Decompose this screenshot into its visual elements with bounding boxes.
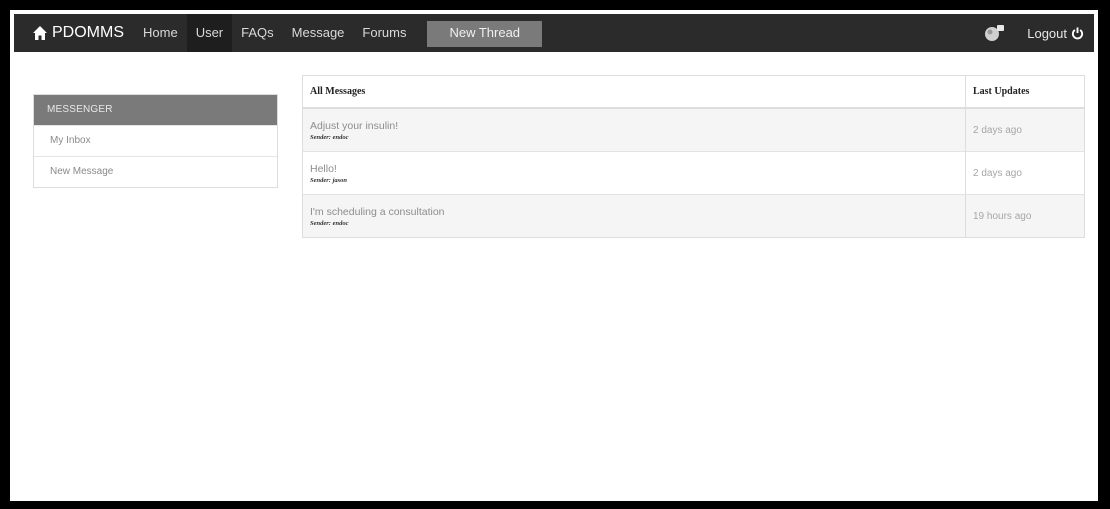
nav-user[interactable]: User bbox=[186, 14, 233, 52]
table-header-row: All Messages Last Updates bbox=[302, 75, 1085, 109]
logout-button[interactable]: Logout bbox=[1027, 26, 1084, 41]
top-navbar: PDOMMS Home User FAQs Message Forums New… bbox=[14, 14, 1094, 52]
message-sender: Sender: endoc bbox=[310, 133, 349, 141]
sidebar-item-new-message[interactable]: New Message bbox=[34, 156, 277, 187]
messenger-sidebar: MESSENGER My Inbox New Message bbox=[33, 94, 278, 188]
message-cell[interactable]: Hello! Sender: jason bbox=[302, 151, 966, 195]
message-subject[interactable]: Hello! bbox=[310, 163, 958, 175]
brand-name: PDOMMS bbox=[52, 24, 124, 41]
message-updated: 2 days ago bbox=[965, 107, 1085, 152]
messages-table: All Messages Last Updates Adjust your in… bbox=[302, 75, 1085, 238]
message-cell[interactable]: Adjust your insulin! Sender: endoc bbox=[302, 107, 966, 152]
power-icon bbox=[1071, 26, 1084, 39]
message-subject[interactable]: I'm scheduling a consultation bbox=[310, 206, 958, 218]
new-thread-button[interactable]: New Thread bbox=[427, 21, 543, 47]
nav-home[interactable]: Home bbox=[134, 14, 187, 52]
message-subject[interactable]: Adjust your insulin! bbox=[310, 120, 958, 132]
nav-forums[interactable]: Forums bbox=[353, 14, 415, 52]
nav-faqs[interactable]: FAQs bbox=[232, 14, 283, 52]
table-row[interactable]: Hello! Sender: jason 2 days ago bbox=[302, 151, 1085, 195]
table-row[interactable]: I'm scheduling a consultation Sender: en… bbox=[302, 194, 1085, 238]
message-updated: 19 hours ago bbox=[965, 194, 1085, 238]
column-header-all-messages: All Messages bbox=[302, 75, 966, 109]
notification-icon[interactable] bbox=[983, 24, 1005, 42]
sidebar-item-my-inbox[interactable]: My Inbox bbox=[34, 125, 277, 156]
sidebar-header: MESSENGER bbox=[34, 95, 277, 125]
message-sender: Sender: jason bbox=[310, 176, 348, 184]
brand-link[interactable]: PDOMMS bbox=[32, 24, 124, 42]
navbar-right: Logout bbox=[983, 24, 1084, 42]
home-icon bbox=[33, 26, 47, 40]
message-cell[interactable]: I'm scheduling a consultation Sender: en… bbox=[302, 194, 966, 238]
logout-label: Logout bbox=[1027, 25, 1067, 41]
column-header-last-updates: Last Updates bbox=[965, 75, 1085, 109]
message-updated: 2 days ago bbox=[965, 151, 1085, 195]
message-sender: Sender: endoc bbox=[310, 219, 349, 227]
table-row[interactable]: Adjust your insulin! Sender: endoc 2 day… bbox=[302, 107, 1085, 152]
nav-message[interactable]: Message bbox=[283, 14, 354, 52]
